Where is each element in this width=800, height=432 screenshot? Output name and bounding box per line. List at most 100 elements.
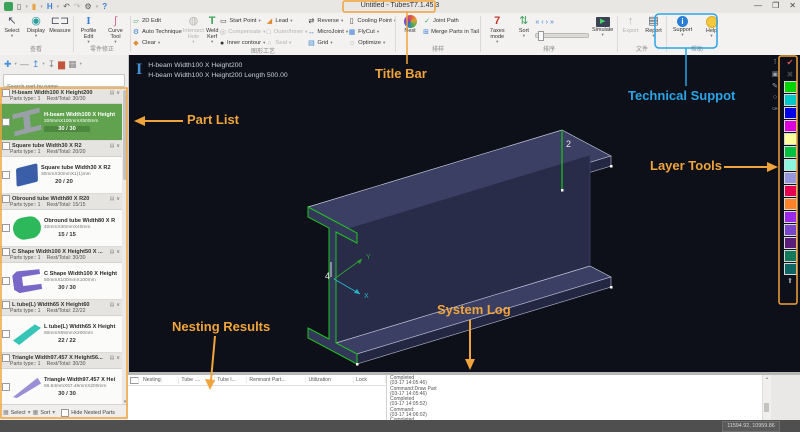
send-part-icon[interactable]: ↧ (48, 59, 56, 70)
outer-inner-button[interactable]: □Outer/Inner▾ (265, 27, 307, 37)
3d-viewport[interactable]: I H-beam Width100 X Height200 H-beam Wid… (128, 55, 800, 372)
log-scrollbar[interactable]: ▴ (762, 375, 771, 423)
layer-color-swatch[interactable] (784, 120, 797, 132)
part-item[interactable]: Square tube Width30 X R2 30mmX30mmX1(1)m… (0, 157, 122, 194)
remove-part-icon[interactable]: — (20, 59, 29, 69)
part-item[interactable]: L tube(L) Width65 X Height 60mmX65mmX200… (0, 316, 122, 353)
scrollbar-thumb[interactable] (123, 90, 127, 180)
2d-edit-button[interactable]: ▱2D Edit (132, 16, 182, 26)
group-checkbox[interactable] (2, 89, 10, 97)
layer-color-swatch[interactable] (784, 250, 797, 262)
auto-technique-button[interactable]: ⚙Auto Technique (132, 27, 182, 37)
layer-x-icon[interactable]: ✖ (784, 69, 797, 80)
layer-color-swatch[interactable] (784, 224, 797, 236)
part-group-header[interactable]: Triangle Width97.457 X Height56... ▤ ∨ P… (0, 353, 122, 369)
mini-measure-icon[interactable]: ⊺ (773, 58, 777, 66)
chevron-down-icon[interactable]: ∨ (116, 196, 120, 202)
layer-color-swatch[interactable] (784, 146, 797, 158)
go-last-button[interactable]: » (550, 19, 554, 26)
column-tube[interactable]: Tube .... (179, 377, 215, 383)
reverse-button[interactable]: ⇄Reverse▾ (307, 16, 348, 26)
slider-thumb[interactable] (538, 31, 544, 41)
layer-check-icon[interactable]: ✔ (784, 57, 797, 68)
part-group-header[interactable]: L tube(L) Width65 X Height60 ▤ ∨ Parts t… (0, 300, 122, 316)
part-checkbox[interactable] (2, 224, 10, 232)
mini-brush-icon[interactable]: ✑ (772, 105, 778, 113)
part-item[interactable]: H-beam Width100 X Height 200mmX100mmX500… (0, 104, 122, 141)
part-checkbox[interactable] (2, 330, 10, 338)
part-group-header[interactable]: C Shape Width100 X Height50 X ... ▤ ∨ Pa… (0, 247, 122, 263)
display-button[interactable]: ◉ Display ▾ (24, 15, 48, 38)
sort-menu-button[interactable]: Sort (40, 410, 50, 416)
layer-color-swatch[interactable] (784, 185, 797, 197)
weld-kerf-button[interactable]: T Weld Kerf ▾ (205, 15, 219, 44)
profile-edit-button[interactable]: I Profile Edit ▾ (75, 15, 102, 44)
layer-color-swatch[interactable] (784, 107, 797, 119)
edit-table-icon[interactable]: ▦ (68, 59, 77, 70)
start-point-button[interactable]: ▭Start Point▾ (219, 16, 265, 26)
part-item[interactable]: Triangle Width97.457 X Hei 56.64mmX57.46… (0, 369, 122, 405)
chevron-down-icon[interactable]: ∨ (116, 302, 120, 308)
import-part-icon[interactable]: ↥ (32, 59, 40, 70)
chevron-down-icon[interactable]: ∨ (116, 143, 120, 149)
select-button[interactable]: ↖ Select ▾ (0, 15, 24, 38)
grid-button[interactable]: ▤Grid▾ (307, 38, 348, 48)
nest-button[interactable]: Nest (397, 15, 423, 34)
support-button[interactable]: i Support ▾ (669, 15, 697, 37)
mini-box-icon[interactable]: ▣ (772, 70, 779, 78)
intersect-hole-button[interactable]: ◍ Intersect Hole ▾ (182, 15, 205, 44)
part-checkbox[interactable] (2, 277, 10, 285)
erase-part-icon[interactable]: ▆ (58, 59, 65, 70)
layer-color-swatch[interactable] (784, 198, 797, 210)
layer-color-swatch[interactable] (784, 133, 797, 145)
compensate-button[interactable]: ◎Compensate▾ (219, 27, 265, 37)
seal-button[interactable]: ∩Seal▾ (265, 38, 307, 48)
part-item[interactable]: C Shape Width100 X Height 50mmX100mmX100… (0, 263, 122, 300)
column-tube-l[interactable]: Tube l... (215, 377, 247, 383)
part-checkbox[interactable] (2, 171, 10, 179)
mini-pen-icon[interactable]: ✎ (772, 82, 778, 90)
column-nesting[interactable]: Nesting (128, 377, 179, 384)
inner-contour-button[interactable]: ●Inner contour▾ (219, 38, 265, 48)
step-back-button[interactable]: ‹ (541, 19, 543, 26)
merge-parts-button[interactable]: ⊞Merge Parts in Tail (423, 27, 479, 37)
step-forward-button[interactable]: › (546, 19, 548, 26)
maximize-button[interactable]: ❐ (772, 1, 779, 10)
go-first-button[interactable]: « (535, 19, 539, 26)
chevron-down-icon[interactable]: ∨ (116, 90, 120, 96)
layer-color-swatch[interactable] (784, 94, 797, 106)
layer-color-swatch[interactable] (784, 211, 797, 223)
part-group-header[interactable]: Obround tube Width80 X R20 ▤ ∨ Parts typ… (0, 194, 122, 210)
layer-color-swatch[interactable] (784, 172, 797, 184)
lead-button[interactable]: ◢Lead▾ (265, 16, 307, 26)
measure-button[interactable]: ⊏⊐ Measure (48, 15, 72, 34)
close-button[interactable]: ✕ (789, 1, 796, 10)
optimize-button[interactable]: ◌Optimize▾ (348, 38, 396, 48)
scroll-up-icon[interactable]: ▴ (766, 375, 768, 380)
sort-button[interactable]: ⇅ Sort ▾ (512, 15, 535, 38)
table-checkbox[interactable] (130, 377, 139, 384)
layer-color-swatch[interactable] (784, 237, 797, 249)
group-checkbox[interactable] (2, 142, 10, 150)
group-checkbox[interactable] (2, 354, 10, 362)
part-checkbox[interactable] (2, 118, 10, 126)
flycut-button[interactable]: ▦FlyCut▾ (348, 27, 396, 37)
layer-color-swatch[interactable] (784, 263, 797, 275)
column-remnant[interactable]: Remnant Part... (247, 377, 306, 383)
part-group-header[interactable]: H-beam Width100 X Height200 ▤ ∨ Parts ty… (0, 88, 122, 104)
group-checkbox[interactable] (2, 248, 10, 256)
group-checkbox[interactable] (2, 301, 10, 309)
report-button[interactable]: ▤ Report ▾ (642, 15, 665, 38)
column-lock[interactable]: Lock (354, 377, 386, 383)
add-part-icon[interactable]: ✚ (4, 59, 12, 70)
help-button[interactable]: Help ▾ (698, 15, 726, 38)
simulate-button[interactable]: ▶ Simulate ▾ (589, 15, 616, 37)
layer-color-swatch[interactable] (784, 81, 797, 93)
column-utilization[interactable]: Utilization (306, 377, 354, 383)
7axes-mode-button[interactable]: 7 7axes mode ▾ (482, 15, 512, 44)
simulation-slider[interactable] (535, 33, 589, 38)
select-menu-button[interactable]: Select (11, 410, 26, 416)
part-item[interactable]: Obround tube Width80 X R 40mmX30mmX40mm … (0, 210, 122, 247)
hide-nested-checkbox[interactable] (61, 409, 69, 417)
joint-path-button[interactable]: ✓Joint Path (423, 16, 479, 26)
